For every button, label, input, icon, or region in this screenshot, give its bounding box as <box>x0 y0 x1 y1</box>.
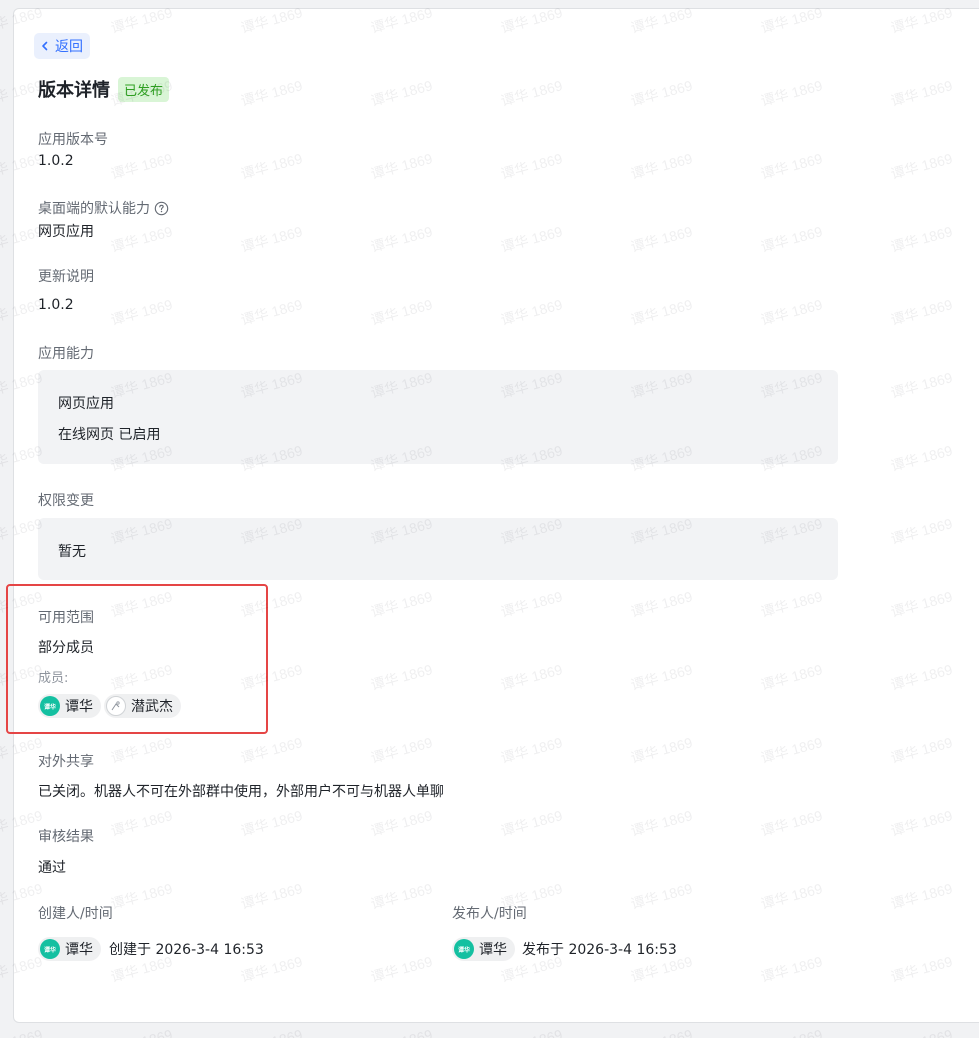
status-badge: 已发布 <box>118 76 170 102</box>
watermark-text: 谭华 1869 <box>498 1024 564 1038</box>
watermark-text: 谭华 1869 <box>628 1024 694 1038</box>
availability-value: 部分成员 <box>38 640 94 656</box>
default-capability-label-text: 桌面端的默认能力 <box>38 201 150 217</box>
members-label: 成员: <box>38 671 69 686</box>
creator-label: 创建人/时间 <box>38 906 113 922</box>
app-version-value: 1.0.2 <box>38 153 74 169</box>
publisher-label: 发布人/时间 <box>452 906 527 922</box>
version-detail-card <box>13 8 979 1023</box>
watermark-text: 谭华 1869 <box>238 1024 304 1038</box>
avatar: 谭华 <box>454 939 474 959</box>
watermark-text: 谭华 1869 <box>368 1024 434 1038</box>
watermark-text: 谭华 1869 <box>888 1024 954 1038</box>
availability-label: 可用范围 <box>38 610 94 626</box>
review-label: 审核结果 <box>38 829 94 845</box>
member-chip[interactable]: 谭华 谭华 <box>38 694 101 718</box>
capabilities-label: 应用能力 <box>38 346 94 362</box>
publisher-time: 发布于 2026-3-4 16:53 <box>522 942 677 958</box>
permission-changes-value: 暂无 <box>58 544 86 560</box>
avatar: 谭华 <box>40 696 60 716</box>
creator-name: 谭华 <box>65 942 93 958</box>
back-label: 返回 <box>55 39 83 55</box>
watermark-text: 谭华 1869 <box>0 1024 45 1038</box>
chevron-left-icon <box>39 40 51 52</box>
publisher-name: 谭华 <box>479 942 507 958</box>
member-name: 潜武杰 <box>131 699 173 715</box>
page-title: 版本详情 <box>38 80 110 101</box>
member-chip[interactable]: 潜武杰 <box>104 694 181 718</box>
avatar <box>106 696 126 716</box>
avatar: 谭华 <box>40 939 60 959</box>
permission-changes-label: 权限变更 <box>38 493 94 509</box>
external-sharing-label: 对外共享 <box>38 754 94 770</box>
capability-panel: 网页应用 在线网页 已启用 <box>38 370 838 464</box>
release-notes-value: 1.0.2 <box>38 297 74 313</box>
app-version-label: 应用版本号 <box>38 132 108 148</box>
back-button[interactable]: 返回 <box>34 33 90 59</box>
release-notes-label: 更新说明 <box>38 269 94 285</box>
watermark-text: 谭华 1869 <box>758 1024 824 1038</box>
publisher-chip[interactable]: 谭华 谭华 <box>452 937 515 961</box>
capability-detail: 在线网页 已启用 <box>58 427 161 443</box>
sketch-avatar-icon <box>111 701 120 711</box>
help-icon[interactable] <box>154 201 169 220</box>
capability-title: 网页应用 <box>58 396 114 412</box>
default-capability-value: 网页应用 <box>38 224 94 240</box>
review-value: 通过 <box>38 860 66 876</box>
permission-changes-panel: 暂无 <box>38 518 838 580</box>
watermark-text: 谭华 1869 <box>108 1024 174 1038</box>
creator-time: 创建于 2026-3-4 16:53 <box>109 942 264 958</box>
creator-chip[interactable]: 谭华 谭华 <box>38 937 101 961</box>
default-capability-label: 桌面端的默认能力 <box>38 198 169 220</box>
external-sharing-value: 已关闭。机器人不可在外部群中使用，外部用户不可与机器人单聊 <box>38 784 444 800</box>
member-name: 谭华 <box>65 699 93 715</box>
page-header: 版本详情 已发布 <box>38 76 170 102</box>
